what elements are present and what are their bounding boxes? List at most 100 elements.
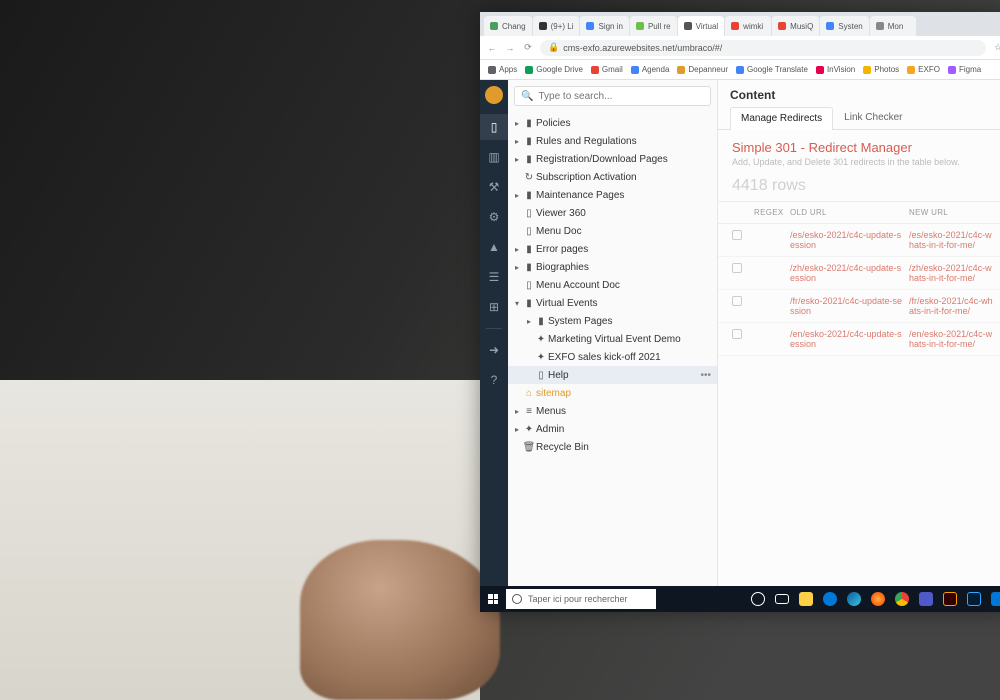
tab-label: Sign in xyxy=(598,22,622,31)
expand-icon[interactable]: ▸ xyxy=(512,137,522,146)
tree-node[interactable]: ✦ Marketing Virtual Event Demo xyxy=(508,330,717,348)
row-checkbox[interactable] xyxy=(732,329,742,339)
task-vscode-icon[interactable] xyxy=(986,586,1000,612)
taskbar-search-placeholder: Taper ici pour rechercher xyxy=(528,594,628,604)
rail-content-icon[interactable]: ▯ xyxy=(480,114,508,140)
rail-help-icon[interactable]: ? xyxy=(480,367,508,393)
expand-icon[interactable]: ▸ xyxy=(524,317,534,326)
tree-node-label: Viewer 360 xyxy=(536,208,713,219)
task-chrome-icon[interactable] xyxy=(890,586,914,612)
bookmark-item[interactable]: Apps xyxy=(488,65,517,74)
tree-node[interactable]: ↻ Subscription Activation xyxy=(508,168,717,186)
tree-search[interactable]: 🔍 xyxy=(514,86,711,106)
new-url-cell[interactable]: /en/esko-2021/c4c-whats-in-it-for-me/ xyxy=(909,329,996,349)
star-icon[interactable]: ☆ xyxy=(992,42,1000,54)
content-tab[interactable]: Link Checker xyxy=(833,106,913,129)
browser-tab[interactable]: Mon xyxy=(870,16,916,36)
rail-media-icon[interactable]: ▥ xyxy=(480,144,508,170)
tree-search-input[interactable] xyxy=(538,91,704,102)
tree-node[interactable]: ▯ Help ••• xyxy=(508,366,717,384)
expand-icon[interactable]: ▾ xyxy=(512,299,522,308)
tree-node[interactable]: ▸ ▮ Maintenance Pages xyxy=(508,186,717,204)
browser-tab[interactable]: Pull re xyxy=(630,16,677,36)
browser-tab[interactable]: Virtual xyxy=(678,16,725,36)
old-url-cell[interactable]: /en/esko-2021/c4c-update-session xyxy=(790,329,903,349)
tree-node[interactable]: ▯ Viewer 360 xyxy=(508,204,717,222)
tree-node[interactable]: ▸ ▮ Registration/Download Pages xyxy=(508,150,717,168)
row-checkbox[interactable] xyxy=(732,296,742,306)
old-url-cell[interactable]: /es/esko-2021/c4c-update-session xyxy=(790,230,903,250)
expand-icon[interactable]: ▸ xyxy=(512,119,522,128)
more-icon[interactable]: ••• xyxy=(698,370,713,381)
tree-node[interactable]: ▯ Menu Doc xyxy=(508,222,717,240)
old-url-cell[interactable]: /fr/esko-2021/c4c-update-session xyxy=(790,296,903,316)
browser-tab[interactable]: (9+) Li xyxy=(533,16,580,36)
col-old-url[interactable]: OLD URL xyxy=(790,208,903,217)
browser-tab[interactable]: wimki xyxy=(725,16,771,36)
taskbar-search[interactable]: Taper ici pour rechercher xyxy=(506,589,656,609)
tree-node[interactable]: ▸ ▮ System Pages xyxy=(508,312,717,330)
browser-tab[interactable]: Sign in xyxy=(580,16,628,36)
expand-icon[interactable]: ▸ xyxy=(512,245,522,254)
tree-node[interactable]: ▸ ▮ Biographies xyxy=(508,258,717,276)
tree-node[interactable]: ✦ EXFO sales kick-off 2021 xyxy=(508,348,717,366)
task-edge-icon[interactable] xyxy=(818,586,842,612)
task-teams-icon[interactable] xyxy=(914,586,938,612)
bookmark-item[interactable]: Gmail xyxy=(591,65,623,74)
bookmark-item[interactable]: InVision xyxy=(816,65,855,74)
url-field[interactable]: 🔒 cms-exfo.azurewebsites.net/umbraco/#/ xyxy=(540,40,986,56)
browser-tab[interactable]: Systen xyxy=(820,16,868,36)
task-explorer-icon[interactable] xyxy=(794,586,818,612)
browser-tab[interactable]: Chang xyxy=(484,16,532,36)
col-new-url[interactable]: NEW URL xyxy=(909,208,996,217)
bookmark-item[interactable]: Photos xyxy=(863,65,899,74)
row-checkbox[interactable] xyxy=(732,263,742,273)
tree-node[interactable]: ▾ ▮ Virtual Events xyxy=(508,294,717,312)
task-ps-icon[interactable] xyxy=(962,586,986,612)
tree-node[interactable]: 🗑 Recycle Bin xyxy=(508,438,717,456)
content-tab[interactable]: Manage Redirects xyxy=(730,107,833,130)
task-taskview-icon[interactable] xyxy=(770,586,794,612)
tree-node[interactable]: ▸ ▮ Rules and Regulations xyxy=(508,132,717,150)
task-edge2-icon[interactable] xyxy=(842,586,866,612)
rail-settings-icon[interactable]: ⚒ xyxy=(480,174,508,200)
old-url-cell[interactable]: /zh/esko-2021/c4c-update-session xyxy=(790,263,903,283)
forward-icon[interactable]: → xyxy=(504,42,516,54)
expand-icon[interactable]: ▸ xyxy=(512,155,522,164)
new-url-cell[interactable]: /fr/esko-2021/c4c-whats-in-it-for-me/ xyxy=(909,296,996,316)
tree-node[interactable]: ▯ Menu Account Doc xyxy=(508,276,717,294)
tree-node[interactable]: ▸ ▮ Policies xyxy=(508,114,717,132)
back-icon[interactable]: ← xyxy=(486,42,498,54)
tree-node[interactable]: ▸ ≡ Menus xyxy=(508,402,717,420)
bookmark-item[interactable]: Depanneur xyxy=(677,65,728,74)
new-url-cell[interactable]: /zh/esko-2021/c4c-whats-in-it-for-me/ xyxy=(909,263,996,283)
browser-tab[interactable]: MusiQ xyxy=(772,16,819,36)
start-button[interactable] xyxy=(480,586,506,612)
rail-gear-icon[interactable]: ⚙ xyxy=(480,204,508,230)
bookmark-item[interactable]: Agenda xyxy=(631,65,670,74)
tree-node[interactable]: ⌂ sitemap xyxy=(508,384,717,402)
task-ai-icon[interactable] xyxy=(938,586,962,612)
rail-search-icon[interactable]: ➜ xyxy=(480,337,508,363)
reload-icon[interactable]: ⟳ xyxy=(522,42,534,54)
rail-user-icon[interactable]: ▲ xyxy=(480,234,508,260)
tree-node[interactable]: ▸ ✦ Admin xyxy=(508,420,717,438)
task-cortana-icon[interactable] xyxy=(746,586,770,612)
new-url-cell[interactable]: /es/esko-2021/c4c-whats-in-it-for-me/ xyxy=(909,230,996,250)
expand-icon[interactable]: ▸ xyxy=(512,263,522,272)
task-firefox-icon[interactable] xyxy=(866,586,890,612)
rail-members-icon[interactable]: ☰ xyxy=(480,264,508,290)
bookmark-item[interactable]: Google Drive xyxy=(525,65,583,74)
bookmark-item[interactable]: EXFO xyxy=(907,65,940,74)
row-checkbox[interactable] xyxy=(732,230,742,240)
expand-icon[interactable]: ▸ xyxy=(512,425,522,434)
bookmark-item[interactable]: Google Translate xyxy=(736,65,808,74)
rail-translation-icon[interactable]: ⊞ xyxy=(480,294,508,320)
expand-icon[interactable]: ▸ xyxy=(512,407,522,416)
app-logo[interactable] xyxy=(485,86,503,104)
tree-node[interactable]: ▸ ▮ Error pages xyxy=(508,240,717,258)
tree-node-label: Help xyxy=(548,370,698,381)
tab-label: Mon xyxy=(888,22,904,31)
bookmark-item[interactable]: Figma xyxy=(948,65,981,74)
expand-icon[interactable]: ▸ xyxy=(512,191,522,200)
